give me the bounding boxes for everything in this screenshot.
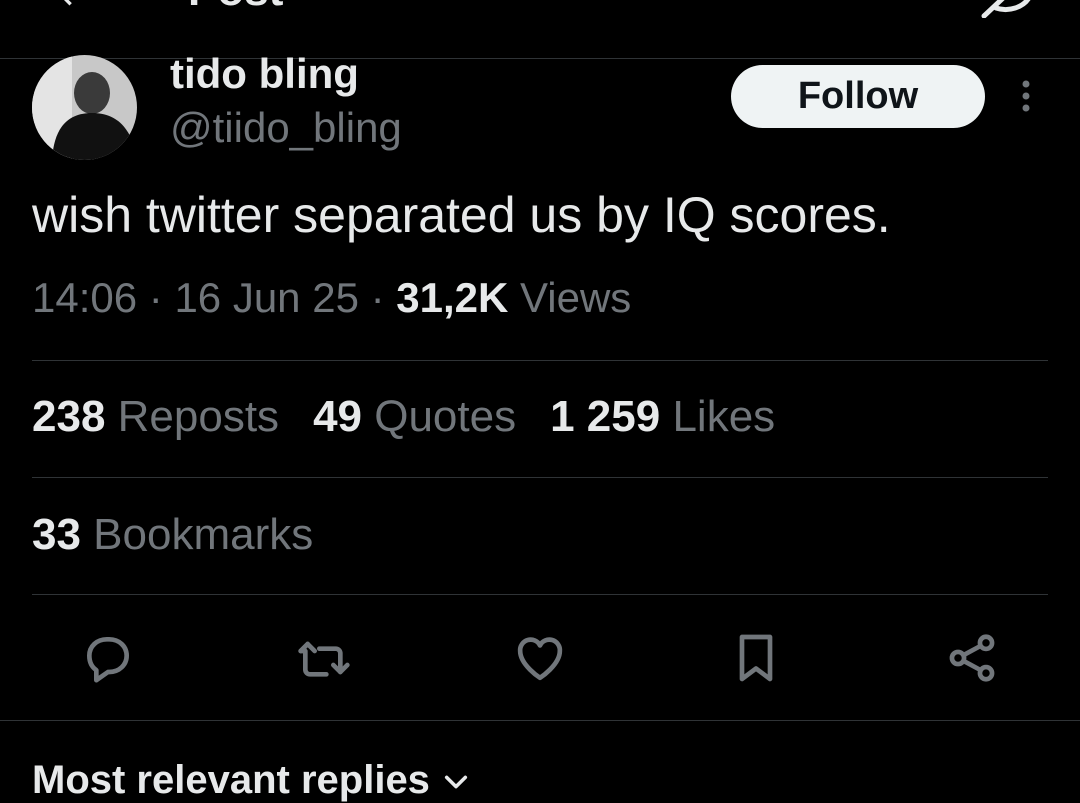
reply-button[interactable] [80,630,136,686]
back-arrow-icon[interactable] [50,0,90,12]
grok-icon[interactable] [978,0,1038,18]
reply-icon [87,637,129,683]
bookmark-button[interactable] [728,630,784,686]
views-label[interactable]: Views [508,274,631,321]
tweet-date[interactable]: 16 Jun 25 [174,274,359,321]
top-bar: Post [0,0,1080,58]
author-handle[interactable]: @tiido_bling [170,104,402,152]
reposts-stat[interactable]: 238 Reposts [32,392,279,442]
chevron-down-icon [444,776,468,789]
likes-stat[interactable]: 1 259 Likes [550,392,775,442]
divider [32,360,1048,361]
like-icon [517,637,563,681]
divider [32,594,1048,595]
header-divider [0,58,1080,59]
quotes-stat[interactable]: 49 Quotes [313,392,516,442]
repost-button[interactable] [296,630,352,686]
replies-sort-dropdown[interactable]: Most relevant replies [32,758,470,803]
repost-icon [298,641,350,677]
bookmark-icon [739,634,773,682]
author-name[interactable]: tido bling [170,50,359,98]
tweet-metadata: 14:06 · 16 Jun 25 · 31,2K Views [32,274,631,322]
engagement-stats: 238 Reposts 49 Quotes 1 259 Likes [32,392,809,442]
share-icon [949,634,995,682]
like-button[interactable] [512,630,568,686]
page-title: Post [188,0,283,16]
bookmarks-stat[interactable]: 33 Bookmarks [32,510,347,560]
views-count[interactable]: 31,2K [396,274,508,321]
avatar[interactable] [32,55,137,160]
more-options-icon[interactable] [1016,76,1036,116]
tweet-time[interactable]: 14:06 [32,274,137,321]
divider [32,477,1048,478]
follow-button[interactable]: Follow [731,65,985,128]
tweet-text: wish twitter separated us by IQ scores. [32,187,891,243]
section-divider [0,720,1080,721]
meta-separator: · [358,274,397,321]
meta-separator: · [137,274,175,321]
replies-heading: Most relevant replies [32,758,430,802]
share-button[interactable] [944,630,1000,686]
